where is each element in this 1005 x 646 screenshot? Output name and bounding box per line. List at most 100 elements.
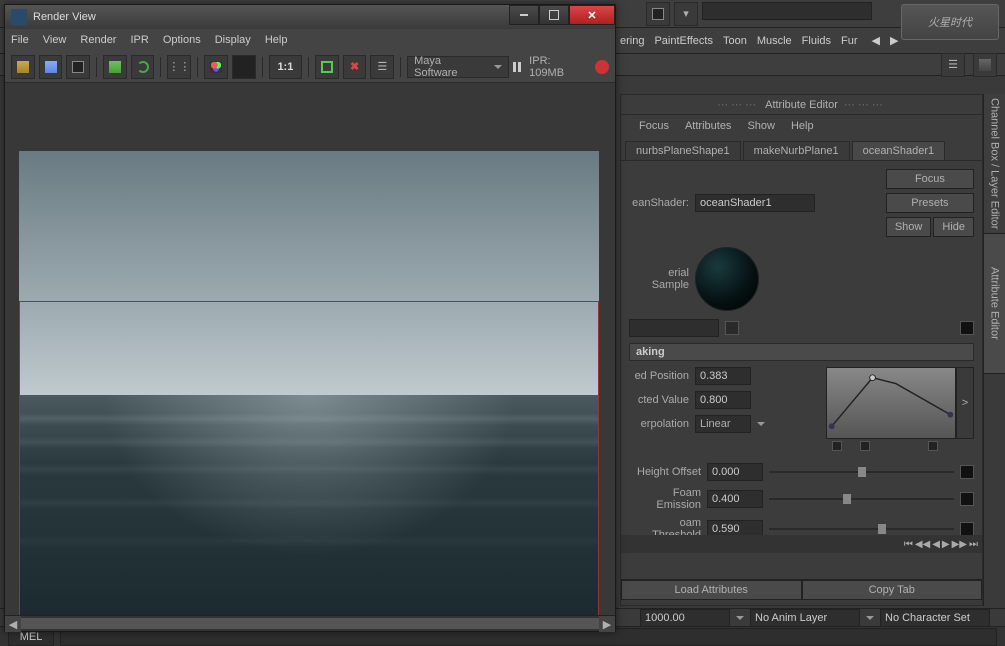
attribute-editor-body: eanShader: oceanShader1 Focus Presets Sh… xyxy=(621,161,982,579)
focus-button[interactable]: Focus xyxy=(886,169,974,189)
open-image-icon[interactable] xyxy=(11,55,35,79)
section-header-breaking[interactable]: aking xyxy=(629,343,974,361)
options-icon[interactable]: ☰ xyxy=(370,55,394,79)
height-offset-slider[interactable] xyxy=(769,465,954,479)
minimize-button[interactable] xyxy=(509,5,539,25)
interp-extra-field[interactable] xyxy=(629,319,719,337)
menu-item[interactable]: View xyxy=(43,34,67,46)
menu-item[interactable]: IPR xyxy=(130,34,148,46)
ramp-handles[interactable] xyxy=(826,439,974,453)
render-frame-icon[interactable] xyxy=(39,55,63,79)
real-size-button[interactable]: 1:1 xyxy=(269,55,303,79)
play-end-icon[interactable]: ⏭ xyxy=(969,539,978,550)
shelf-scroll-left-icon[interactable]: ◀ xyxy=(872,34,880,47)
host-search-field[interactable] xyxy=(702,2,872,20)
snapshot-icon[interactable] xyxy=(66,55,90,79)
scroll-right-icon[interactable]: ▶ xyxy=(599,616,615,632)
interpolation-dropdown[interactable]: Linear xyxy=(695,415,751,433)
hide-button[interactable]: Hide xyxy=(933,217,974,237)
shelf-tab[interactable]: Muscle xyxy=(757,35,792,47)
height-offset-field[interactable]: 0.000 xyxy=(707,463,763,481)
display-rgb-icon[interactable] xyxy=(204,55,228,79)
scrollbar-thumb[interactable] xyxy=(21,618,599,629)
ae-menu-item[interactable]: Help xyxy=(791,120,814,132)
menu-item[interactable]: File xyxy=(11,34,29,46)
menu-item[interactable]: Display xyxy=(215,34,251,46)
host-toolbar-icon[interactable] xyxy=(646,2,670,26)
color-swatch[interactable] xyxy=(960,465,974,479)
horizontal-scrollbar[interactable]: ◀ ▶ xyxy=(5,615,615,631)
shelf-tab[interactable]: ering xyxy=(620,35,644,47)
render-canvas-area[interactable] xyxy=(5,83,615,615)
end-frame-field[interactable]: 1000.00 xyxy=(640,609,730,627)
attribute-editor-tabs: nurbsPlaneShape1 makeNurbPlane1 oceanSha… xyxy=(621,137,982,161)
render-globals-icon[interactable]: ⋮⋮ xyxy=(167,55,191,79)
dropdown-caret-icon[interactable] xyxy=(866,616,874,620)
anim-layer-dropdown[interactable]: No Anim Layer xyxy=(750,609,860,627)
maximize-button[interactable] xyxy=(539,5,569,25)
play-rev-end-icon[interactable]: ⏮ xyxy=(904,539,913,550)
shelf-tab[interactable]: Toon xyxy=(723,35,747,47)
load-attributes-button[interactable]: Load Attributes xyxy=(621,580,802,600)
shelf-scroll-right-icon[interactable]: ▶ xyxy=(890,34,898,47)
ramp-next-button[interactable]: > xyxy=(956,367,974,439)
shelf-tab[interactable]: PaintEffects xyxy=(654,35,713,47)
menu-item[interactable]: Options xyxy=(163,34,201,46)
ipr-render-icon[interactable] xyxy=(103,55,127,79)
shelf-tab[interactable]: Fluids xyxy=(802,35,831,47)
foam-threshold-slider[interactable] xyxy=(769,522,954,536)
node-name-field[interactable]: oceanShader1 xyxy=(695,194,815,212)
shelf-trash-icon[interactable] xyxy=(973,53,997,77)
ae-menu-item[interactable]: Focus xyxy=(639,120,669,132)
height-offset-label: Height Offset xyxy=(629,466,701,478)
ramp-graph[interactable] xyxy=(826,367,956,439)
ae-menu-item[interactable]: Show xyxy=(747,120,775,132)
dropdown-caret-icon[interactable] xyxy=(736,616,744,620)
side-tab-attribute-editor[interactable]: Attribute Editor xyxy=(984,234,1005,374)
character-set-dropdown[interactable]: No Character Set xyxy=(880,609,990,627)
ipr-memory-label: IPR: 109MB xyxy=(529,55,587,79)
renderer-dropdown[interactable]: Maya Software xyxy=(407,56,509,78)
remove-image-icon[interactable]: ✖ xyxy=(343,55,367,79)
selected-position-field[interactable]: 0.383 xyxy=(695,367,751,385)
color-swatch[interactable] xyxy=(960,522,974,536)
foam-emission-slider[interactable] xyxy=(769,492,954,506)
attribute-editor-title: ⋯⋯⋯ Attribute Editor ⋯⋯⋯ xyxy=(621,95,982,115)
render-view-menubar: File View Render IPR Options Display Hel… xyxy=(5,29,615,51)
color-swatch[interactable] xyxy=(960,492,974,506)
menu-item[interactable]: Help xyxy=(265,34,288,46)
dropdown-caret-icon[interactable] xyxy=(757,422,765,426)
step-fwd-icon[interactable]: ▶▶ xyxy=(952,539,967,550)
foam-emission-field[interactable]: 0.400 xyxy=(707,490,763,508)
copy-tab-button[interactable]: Copy Tab xyxy=(802,580,983,600)
ae-tab[interactable]: makeNurbPlane1 xyxy=(743,141,850,160)
ae-menu-item[interactable]: Attributes xyxy=(685,120,731,132)
scroll-left-icon[interactable]: ◀ xyxy=(5,616,21,632)
material-sample-label: erial Sample xyxy=(629,267,689,291)
keep-image-icon[interactable] xyxy=(315,55,339,79)
refresh-ipr-icon[interactable] xyxy=(131,55,155,79)
display-alpha-icon[interactable] xyxy=(232,55,256,79)
side-tabs: Channel Box / Layer Editor Attribute Edi… xyxy=(983,94,1005,606)
shelf-tab[interactable]: Fur xyxy=(841,35,858,47)
titlebar[interactable]: Render View xyxy=(5,5,615,29)
play-back-icon[interactable]: ◀ xyxy=(932,539,940,550)
step-back-icon[interactable]: ◀◀ xyxy=(915,539,930,550)
presets-button[interactable]: Presets xyxy=(886,193,974,213)
ae-tab[interactable]: nurbsPlaneShape1 xyxy=(625,141,741,160)
side-tab-channel-box[interactable]: Channel Box / Layer Editor xyxy=(984,94,1005,234)
shelf-menu-icon[interactable]: ☰ xyxy=(941,53,965,77)
menu-item[interactable]: Render xyxy=(80,34,116,46)
pause-ipr-icon[interactable] xyxy=(513,62,521,72)
material-sample-swatch[interactable] xyxy=(695,247,759,311)
close-button[interactable] xyxy=(569,5,615,25)
ae-tab-active[interactable]: oceanShader1 xyxy=(852,141,946,160)
render-view-window: Render View File View Render IPR Options… xyxy=(4,4,616,632)
selected-value-field[interactable]: 0.800 xyxy=(695,391,751,409)
color-swatch[interactable] xyxy=(960,321,974,335)
show-button[interactable]: Show xyxy=(886,217,932,237)
play-fwd-icon[interactable]: ▶ xyxy=(942,539,950,550)
host-toolbar-icon[interactable]: ▾ xyxy=(674,2,698,26)
ipr-active-indicator-icon xyxy=(595,60,609,74)
checkbox[interactable] xyxy=(725,321,739,335)
